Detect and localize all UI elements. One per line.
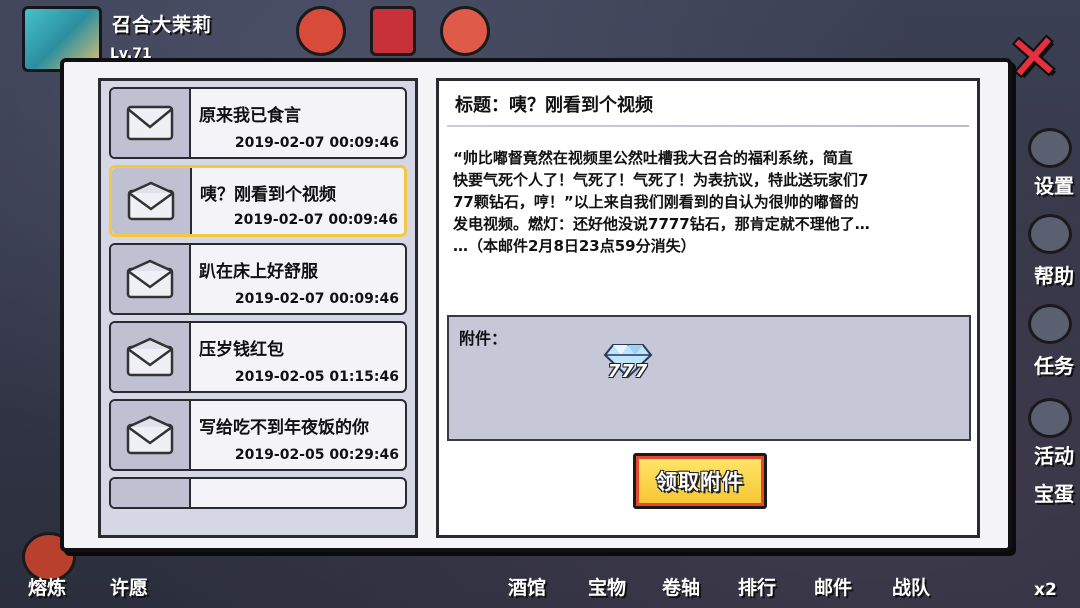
mail-list-item[interactable]: 压岁钱红包 2019-02-05 01:15:46 (109, 321, 407, 393)
attachments-label: 附件： (459, 329, 508, 348)
bottom-tab-smelt[interactable]: 熔炼 (28, 573, 66, 600)
mail-subject: 原来我已食言 (199, 106, 301, 126)
mail-list-item-partial[interactable] (109, 477, 407, 509)
settings-label: 设置 (1034, 174, 1074, 198)
mail-date: 2019-02-07 00:09:46 (234, 135, 399, 151)
gift-icon[interactable] (440, 6, 490, 56)
mail-list-item[interactable]: 趴在床上好舒服 2019-02-07 00:09:46 (109, 243, 407, 315)
close-icon[interactable]: ✕ (1005, 19, 1062, 95)
mail-title: 标题：咦？刚看到个视频 (455, 95, 653, 116)
claim-attachment-button[interactable]: 领取附件 (633, 453, 767, 509)
help-icon[interactable] (1028, 214, 1072, 254)
mail-subject: 压岁钱红包 (199, 340, 284, 360)
mail-date: 2019-02-07 00:09:46 (233, 212, 398, 228)
quest-icon[interactable] (1028, 304, 1072, 344)
settings-icon[interactable] (1028, 128, 1072, 168)
bottom-tab-treasure[interactable]: 宝物 (588, 573, 626, 600)
open-envelope-icon (111, 245, 191, 313)
attachments-box: 附件： 777 (447, 315, 971, 441)
open-envelope-icon (111, 401, 191, 469)
envelope-icon (111, 89, 191, 157)
mail-subject: 趴在床上好舒服 (199, 262, 318, 282)
mail-list-item[interactable]: 原来我已食言 2019-02-07 00:09:46 (109, 87, 407, 159)
mail-date: 2019-02-07 00:09:46 (234, 291, 399, 307)
mail-body: “帅比嘟督竟然在视频里公然吐槽我大召合的福利系统，简直 快要气死个人了！气死了！… (453, 149, 870, 255)
mail-list-item-selected[interactable]: 咦？刚看到个视频 2019-02-07 00:09:46 (109, 165, 407, 237)
help-label: 帮助 (1034, 264, 1074, 288)
mail-list[interactable]: 原来我已食言 2019-02-07 00:09:46 咦？刚看到个视频 2019… (98, 78, 418, 538)
title-divider (447, 125, 969, 127)
event-icon-1[interactable] (296, 6, 346, 56)
open-envelope-icon (112, 168, 192, 234)
bottom-tab-scroll[interactable]: 卷轴 (662, 573, 700, 600)
envelope-icon (111, 479, 191, 507)
open-envelope-icon (111, 323, 191, 391)
bottom-tab-mail[interactable]: 邮件 (814, 573, 852, 600)
player-name: 召合大茉莉 (112, 14, 213, 36)
bottom-tab-tavern[interactable]: 酒馆 (508, 573, 546, 600)
quest-label: 任务 (1034, 354, 1074, 378)
multiplier-label: x2 (1034, 580, 1057, 600)
mail-date: 2019-02-05 01:15:46 (234, 369, 399, 385)
mail-subject: 咦？刚看到个视频 (200, 185, 336, 205)
bottom-tab-wish[interactable]: 许愿 (110, 573, 148, 600)
red-envelope-icon[interactable] (370, 6, 416, 56)
mail-detail: 标题：咦？刚看到个视频 “帅比嘟督竟然在视频里公然吐槽我大召合的福利系统，简直 … (436, 78, 980, 538)
mail-date: 2019-02-05 00:29:46 (234, 447, 399, 463)
activity-icon[interactable] (1028, 398, 1072, 438)
activity-label: 活动 (1034, 444, 1074, 468)
bottom-tab-team[interactable]: 战队 (892, 573, 930, 600)
mail-panel: 原来我已食言 2019-02-07 00:09:46 咦？刚看到个视频 2019… (60, 58, 1012, 552)
bottom-tab-ranking[interactable]: 排行 (738, 573, 776, 600)
mail-list-item[interactable]: 写给吃不到年夜饭的你 2019-02-05 00:29:46 (109, 399, 407, 471)
egg-label: 宝蛋 (1034, 482, 1074, 506)
mail-subject: 写给吃不到年夜饭的你 (199, 418, 369, 438)
attachment-count: 777 (607, 361, 649, 382)
